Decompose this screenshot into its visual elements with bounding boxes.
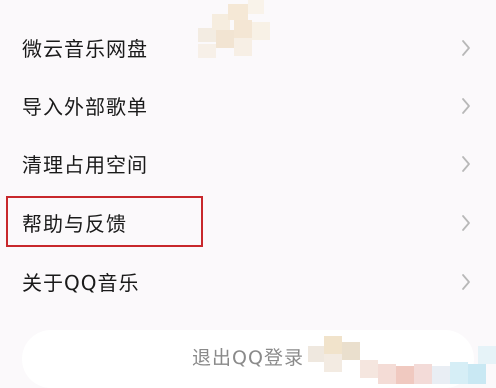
menu-item-label: 帮助与反馈 <box>22 212 127 236</box>
menu-item-clear-storage[interactable]: 清理占用空间 <box>0 134 496 193</box>
chevron-right-icon <box>458 38 474 58</box>
menu-item-label: 微云音乐网盘 <box>22 37 148 61</box>
menu-item-import-playlist[interactable]: 导入外部歌单 <box>0 76 496 135</box>
chevron-right-icon <box>458 154 474 174</box>
menu-item-label: 清理占用空间 <box>22 153 148 177</box>
menu-item-help-feedback[interactable]: 帮助与反馈 <box>0 193 496 252</box>
chevron-right-icon <box>458 272 474 292</box>
menu-item-about[interactable]: 关于QQ音乐 <box>0 252 496 311</box>
menu-item-label: 关于QQ音乐 <box>22 271 140 295</box>
chevron-right-icon <box>458 213 474 233</box>
logout-button[interactable]: 退出QQ登录 <box>22 330 474 388</box>
menu-item-weiyun-cloud[interactable]: 微云音乐网盘 <box>0 18 496 77</box>
logout-label: 退出QQ登录 <box>192 346 304 369</box>
menu-item-label: 导入外部歌单 <box>22 95 148 119</box>
chevron-right-icon <box>458 96 474 116</box>
